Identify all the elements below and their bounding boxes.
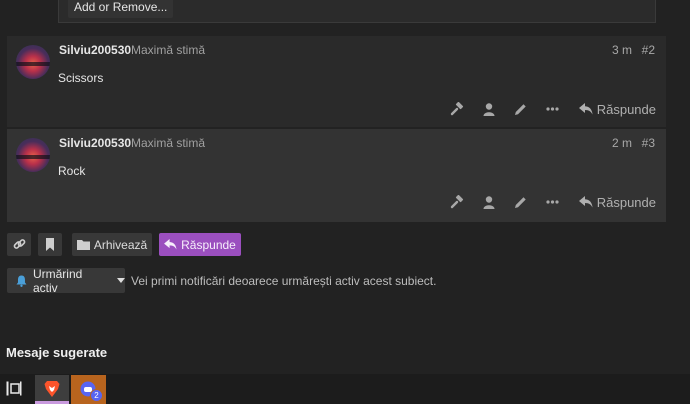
user-icon[interactable]: [473, 193, 505, 211]
notification-description: Vei primi notificări deoarece urmărești …: [131, 274, 437, 288]
brave-browser-taskbar-button[interactable]: [35, 375, 69, 404]
post-actions: Răspunde: [441, 100, 656, 118]
reply-arrow-icon: [164, 239, 177, 250]
admin-wrench-icon[interactable]: [441, 100, 473, 118]
post-user-title: Maximă stimă: [131, 43, 206, 57]
archive-label: Arhivează: [93, 237, 148, 252]
add-or-remove-button[interactable]: Add or Remove...: [68, 0, 174, 18]
reply-arrow-icon: [578, 196, 593, 208]
notification-level-label: Urmărind activ: [32, 266, 83, 295]
link-icon: [13, 239, 25, 249]
task-view-icon[interactable]: [6, 381, 22, 401]
notification-level-dropdown[interactable]: Urmărind activ: [7, 266, 125, 295]
post-number[interactable]: #3: [642, 136, 655, 150]
more-ellipsis-icon[interactable]: [537, 100, 569, 118]
reply-button[interactable]: Răspunde: [578, 194, 656, 210]
edit-pencil-icon[interactable]: [505, 100, 537, 118]
post-3: Silviu200530 Maximă stimă 2 m #3 Rock Ră…: [7, 129, 666, 222]
post-time[interactable]: 2 m: [612, 136, 632, 150]
post-username[interactable]: Silviu200530: [59, 136, 131, 150]
reply-label: Răspunde: [596, 194, 656, 210]
share-link-button[interactable]: [7, 233, 31, 256]
topic-reply-button[interactable]: Răspunde: [159, 233, 241, 256]
topic-reply-label: Răspunde: [181, 237, 236, 252]
post-username[interactable]: Silviu200530: [59, 43, 131, 57]
notification-badge: 2: [90, 389, 103, 402]
edit-pencil-icon[interactable]: [505, 193, 537, 211]
bookmark-button[interactable]: [38, 233, 62, 256]
post-body: Scissors: [58, 71, 104, 85]
avatar[interactable]: [16, 45, 50, 79]
post-time[interactable]: 3 m: [612, 43, 632, 57]
reply-label: Răspunde: [596, 101, 656, 117]
reply-button[interactable]: Răspunde: [578, 101, 656, 117]
bell-icon: [16, 275, 27, 287]
caret-down-icon: [117, 278, 125, 283]
suggested-topics-heading: Mesaje sugerate: [6, 345, 108, 360]
post-user-title: Maximă stimă: [131, 136, 206, 150]
archive-button[interactable]: Arhivează: [72, 233, 152, 256]
user-icon[interactable]: [473, 100, 505, 118]
reply-arrow-icon: [578, 103, 593, 115]
post-number[interactable]: #2: [642, 43, 655, 57]
post-2: Silviu200530 Maximă stimă 3 m #2 Scissor…: [7, 36, 666, 127]
more-ellipsis-icon[interactable]: [537, 193, 569, 211]
post-body: Rock: [58, 164, 86, 178]
folder-icon: [76, 240, 90, 250]
admin-wrench-icon[interactable]: [441, 193, 473, 211]
avatar[interactable]: [16, 138, 50, 172]
chat-app-taskbar-button[interactable]: 2: [71, 375, 106, 404]
post-actions: Răspunde: [441, 193, 656, 211]
brave-lion-icon: [44, 381, 60, 397]
bookmark-icon: [46, 238, 54, 251]
